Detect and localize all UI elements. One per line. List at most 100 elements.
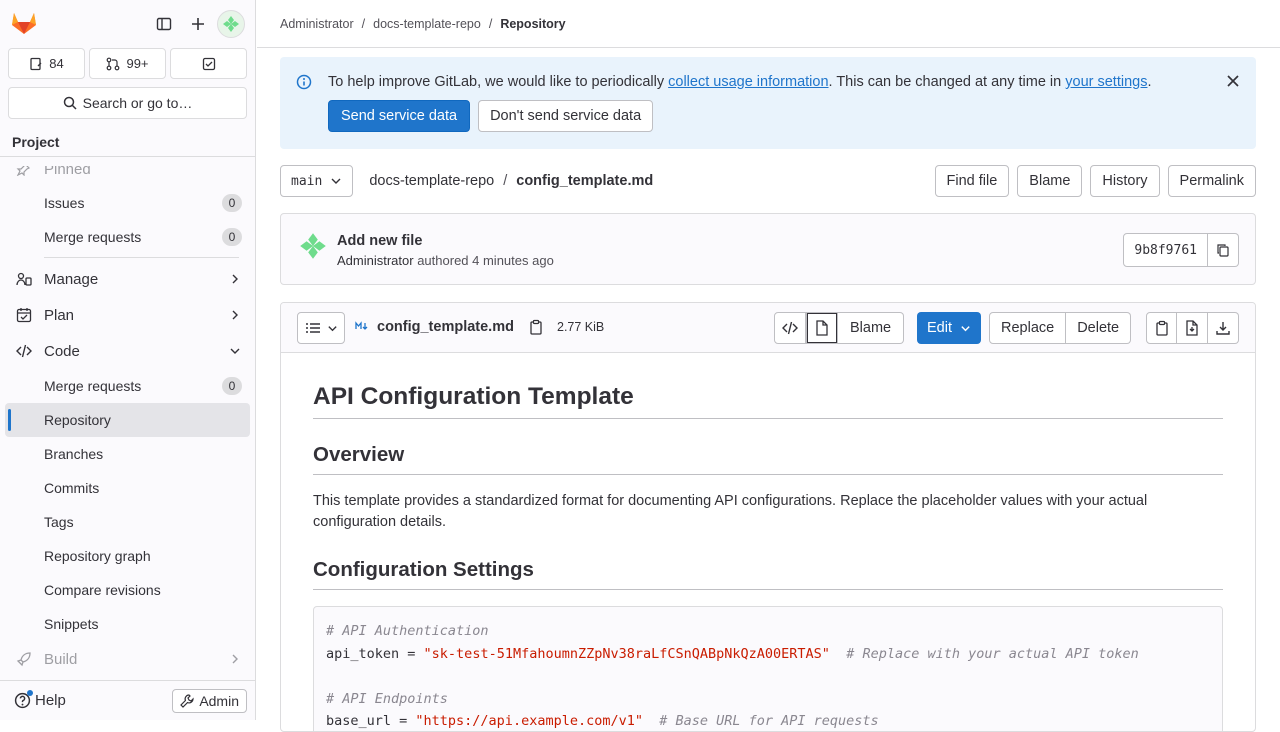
sidebar-item-branches[interactable]: Branches — [0, 437, 255, 471]
sidebar-section-label: Pinned — [44, 166, 91, 178]
rocket-icon — [16, 651, 32, 667]
config-heading: Configuration Settings — [313, 558, 1223, 590]
chevron-down-icon — [229, 344, 241, 361]
admin-button[interactable]: Admin — [172, 688, 247, 713]
download-icon[interactable] — [1208, 312, 1239, 344]
gitlab-logo-icon[interactable] — [10, 9, 38, 37]
sidebar-nav: Pinned Issues 0 Merge requests 0 Manage … — [0, 166, 255, 680]
breadcrumb-current[interactable]: Repository — [500, 17, 565, 31]
alert-text: To help improve GitLab, we would like to… — [328, 74, 669, 90]
sidebar-item-label: Repository graph — [44, 548, 151, 564]
commit-author-avatar[interactable] — [297, 230, 329, 265]
help-label: Help — [35, 692, 66, 709]
main-content: Administrator / docs-template-repo / Rep… — [257, 0, 1280, 732]
sidebar-item-pinned-merge-requests[interactable]: Merge requests 0 — [0, 220, 255, 254]
sidebar-item-compare-revisions[interactable]: Compare revisions — [0, 573, 255, 607]
breadcrumb-item[interactable]: docs-template-repo — [373, 17, 481, 31]
sidebar-item-pinned-issues[interactable]: Issues 0 — [0, 186, 255, 220]
sidebar-section-code[interactable]: Code — [0, 333, 255, 369]
help-button[interactable]: Help — [14, 690, 66, 709]
sidebar-item-label: Repository — [44, 412, 111, 428]
search-label: Search or go to… — [82, 95, 193, 111]
sidebar-section-label: Manage — [44, 270, 99, 288]
sidebar: 84 99+ Search or go to… Project Pinned I… — [0, 0, 256, 720]
code-comment: # API Authentication — [326, 623, 489, 639]
close-icon[interactable] — [1226, 74, 1240, 91]
sidebar-item-tags[interactable]: Tags — [0, 505, 255, 539]
sidebar-item-commits[interactable]: Commits — [0, 471, 255, 505]
search-button[interactable]: Search or go to… — [8, 87, 247, 119]
toggle-sidebar-icon[interactable] — [149, 9, 179, 39]
repo-path-link[interactable]: docs-template-repo — [369, 173, 494, 189]
alert-message: To help improve GitLab, we would like to… — [328, 72, 1240, 92]
table-of-contents-button[interactable] — [297, 312, 345, 344]
sidebar-item-merge-requests[interactable]: Merge requests 0 — [0, 369, 255, 403]
sidebar-section-label: Code — [44, 342, 80, 360]
commit-author[interactable]: Administrator — [337, 253, 414, 268]
commit-title[interactable]: Add new file — [337, 233, 422, 249]
help-icon — [14, 690, 33, 709]
find-file-button[interactable]: Find file — [934, 165, 1010, 197]
dont-send-service-data-button[interactable]: Don't send service data — [478, 100, 654, 132]
alert-text: . — [1147, 74, 1152, 90]
sidebar-item-label: Branches — [44, 446, 104, 462]
history-button[interactable]: History — [1090, 165, 1160, 197]
markdown-file-icon — [355, 321, 369, 334]
delete-button[interactable]: Delete — [1066, 312, 1132, 344]
sidebar-item-label: Compare revisions — [44, 582, 161, 598]
user-avatar[interactable] — [217, 10, 245, 38]
sidebar-section-pinned[interactable]: Pinned — [0, 166, 255, 186]
sidebar-item-label: Merge requests — [44, 378, 142, 394]
issues-count-button[interactable]: 84 — [8, 48, 85, 79]
your-settings-link[interactable]: your settings — [1065, 74, 1147, 90]
collect-usage-link[interactable]: collect usage information — [668, 74, 828, 90]
blame-button[interactable]: Blame — [1017, 165, 1083, 197]
breadcrumb-separator: / — [361, 16, 366, 31]
rendered-view-button[interactable] — [806, 312, 838, 344]
sidebar-item-repository[interactable]: Repository — [5, 403, 250, 437]
copy-contents-icon[interactable] — [1146, 312, 1177, 344]
breadcrumb-separator: / — [488, 16, 493, 31]
file-viewer: config_template.md 2.77 KiB Blame Edit R… — [280, 302, 1256, 732]
sidebar-section-build[interactable]: Build — [0, 641, 255, 677]
permalink-button[interactable]: Permalink — [1167, 165, 1256, 197]
code-icon — [16, 343, 32, 359]
branch-name: main — [291, 173, 323, 189]
calendar-icon — [16, 307, 32, 323]
overview-heading: Overview — [313, 443, 1223, 475]
issues-icon — [30, 57, 42, 70]
sidebar-footer: Help Admin — [0, 680, 255, 720]
usage-ping-alert: To help improve GitLab, we would like to… — [280, 57, 1256, 149]
sidebar-item-snippets[interactable]: Snippets — [0, 607, 255, 641]
counts-row: 84 99+ — [0, 48, 255, 79]
create-new-icon[interactable] — [183, 9, 213, 39]
chevron-down-icon — [331, 178, 341, 184]
sidebar-item-repository-graph[interactable]: Repository graph — [0, 539, 255, 573]
code-string: "sk-test-51MfahoumnZZpNv38raLfCSnQABpNkQ… — [423, 645, 830, 662]
edit-dropdown-button[interactable]: Edit — [917, 312, 981, 344]
sidebar-section-plan[interactable]: Plan — [0, 297, 255, 333]
chevron-right-icon — [229, 308, 241, 325]
code-icon — [782, 321, 798, 335]
sidebar-item-label: Snippets — [44, 616, 99, 632]
pin-icon — [16, 166, 32, 176]
source-view-button[interactable] — [774, 312, 806, 344]
replace-button[interactable]: Replace — [989, 312, 1067, 344]
copy-sha-icon[interactable] — [1208, 233, 1239, 267]
merge-requests-count: 99+ — [126, 56, 149, 71]
commit-sha[interactable]: 9b8f9761 — [1123, 233, 1208, 267]
open-raw-icon[interactable] — [1177, 312, 1208, 344]
overview-paragraph: This template provides a standardized fo… — [313, 493, 1148, 530]
breadcrumb-item[interactable]: Administrator — [280, 17, 354, 31]
branch-selector[interactable]: main — [280, 165, 354, 197]
wrench-icon — [180, 693, 194, 708]
merge-requests-count-button[interactable]: 99+ — [89, 48, 166, 79]
replace-delete-group: Replace Delete — [989, 312, 1132, 344]
sidebar-section-manage[interactable]: Manage — [0, 261, 255, 297]
todos-button[interactable] — [170, 48, 247, 79]
copy-file-path-icon[interactable] — [529, 319, 543, 338]
list-icon — [305, 323, 320, 333]
file-header: config_template.md 2.77 KiB Blame Edit R… — [281, 303, 1255, 353]
send-service-data-button[interactable]: Send service data — [328, 100, 471, 132]
blame-view-button[interactable]: Blame — [838, 312, 905, 344]
